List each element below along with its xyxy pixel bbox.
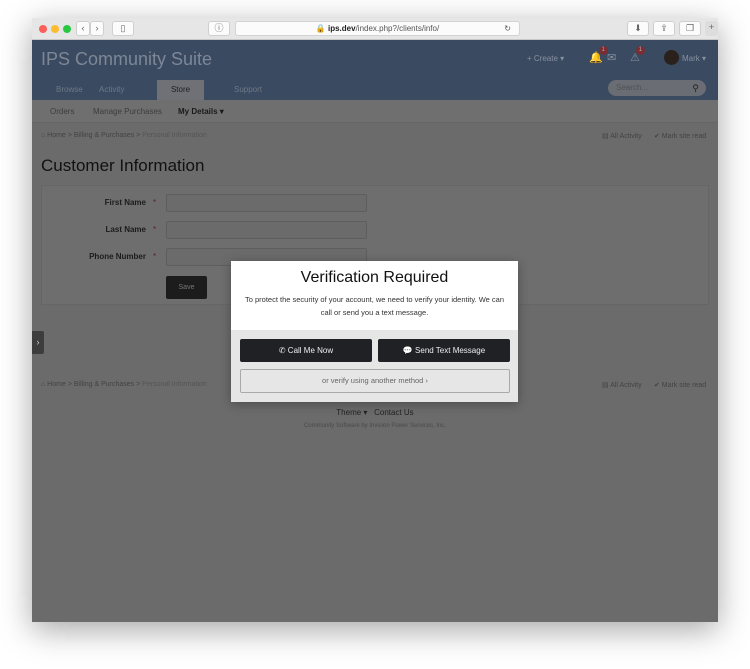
subnav-orders[interactable]: Orders [50, 107, 74, 116]
store-subnav: Orders Manage Purchases My Details ▾ [32, 100, 718, 123]
footer-links: Theme ▾ Contact Us [32, 408, 718, 417]
mark-read-link-bottom[interactable]: ✔ Mark site read [654, 381, 706, 389]
last-name-input[interactable] [166, 221, 367, 239]
required-mark: * [153, 198, 157, 207]
breadcrumb-current: Personal Information [142, 381, 207, 388]
browser-toolbar: ‹ › ▯ ⓘ 🔒 ips.dev/index.php?/clients/inf… [32, 18, 718, 40]
copyright: Community Software by Invision Power Ser… [303, 423, 447, 429]
user-menu[interactable]: Mark ▾ [682, 54, 706, 63]
create-menu[interactable]: + Create ▾ [527, 54, 564, 63]
zoom-window-button[interactable] [63, 25, 71, 33]
site-title[interactable]: IPS Community Suite [41, 49, 212, 70]
required-mark: * [153, 252, 157, 261]
subnav-my-details[interactable]: My Details ▾ [178, 107, 224, 116]
breadcrumb-sep: > [67, 132, 72, 139]
contact-us-link[interactable]: Contact Us [374, 408, 414, 417]
site-header: IPS Community Suite + Create ▾ 🔔 1 ✉ ⚠ 1 M… [32, 40, 718, 100]
tab-store[interactable]: Store [157, 80, 204, 100]
subnav-manage-purchases[interactable]: Manage Purchases [93, 107, 162, 116]
sidebar-toggle[interactable]: › [32, 331, 44, 354]
reload-icon[interactable]: ↻ [504, 22, 511, 35]
address-bar[interactable]: 🔒 ips.dev/index.php?/clients/info/↻ [235, 21, 520, 36]
sidebar-icon[interactable]: ▯ [112, 21, 134, 36]
breadcrumb-billing[interactable]: Billing & Purchases [74, 381, 134, 388]
sms-label: Send Text Message [415, 346, 486, 355]
other-method-button[interactable]: or verify using another method › [240, 369, 510, 393]
chat-icon: 💬 [402, 346, 416, 355]
breadcrumb-current: Personal Information [142, 132, 207, 139]
phone-number-label: Phone Number [89, 252, 146, 261]
last-name-label: Last Name [105, 225, 146, 234]
call-me-now-button[interactable]: ✆ Call Me Now [240, 339, 372, 362]
breadcrumb-bottom: ⌂ Home > Billing & Purchases > Personal … [41, 381, 207, 388]
all-activity-label: All Activity [610, 382, 642, 389]
breadcrumb-billing[interactable]: Billing & Purchases [74, 132, 134, 139]
modal-title: Verification Required [300, 269, 449, 286]
url-path: /index.php?/clients/info/ [355, 24, 440, 33]
modal-text: To protect the security of your account,… [244, 295, 505, 317]
avatar[interactable] [664, 50, 679, 65]
tabs-icon[interactable]: ❐ [679, 21, 701, 36]
forward-icon[interactable]: › [90, 21, 104, 36]
all-activity-label: All Activity [610, 133, 642, 140]
close-window-button[interactable] [39, 25, 47, 33]
mark-read-link[interactable]: ✔ Mark site read [654, 132, 706, 140]
required-mark: * [153, 225, 157, 234]
verification-modal: Verification Required To protect the sec… [231, 261, 518, 402]
activity-icon: ▤ [602, 382, 611, 389]
breadcrumb-home[interactable]: ⌂ Home [41, 132, 66, 139]
breadcrumb: ⌂ Home > Billing & Purchases > Personal … [41, 132, 207, 139]
breadcrumb-sep: > [136, 132, 141, 139]
search-placeholder: Search... [616, 83, 649, 92]
breadcrumb-sep: > [67, 381, 72, 388]
new-tab-icon[interactable]: + [705, 21, 718, 36]
alert-badge: 1 [635, 46, 645, 55]
privacy-icon[interactable]: ⓘ [208, 21, 230, 36]
search-input[interactable]: Search... ⚲ [608, 80, 706, 96]
send-text-button[interactable]: 💬 Send Text Message [378, 339, 510, 362]
notifications-icon[interactable]: 🔔 1 [589, 46, 608, 64]
back-icon[interactable]: ‹ [76, 21, 90, 36]
share-icon[interactable]: ⇪ [653, 21, 675, 36]
minimize-window-button[interactable] [51, 25, 59, 33]
page-title: Customer Information [41, 156, 205, 175]
activity-icon: ▤ [602, 133, 611, 140]
breadcrumb-sep: > [136, 381, 141, 388]
url-domain: ips.dev [328, 24, 356, 33]
first-name-input[interactable] [166, 194, 367, 212]
call-label: Call Me Now [287, 346, 334, 355]
phone-icon: ✆ [278, 346, 288, 355]
all-activity-link[interactable]: ▤ All Activity [602, 132, 642, 140]
messages-icon[interactable]: ✉ [607, 51, 616, 64]
tab-support[interactable]: Support [222, 80, 274, 100]
theme-menu[interactable]: Theme ▾ [336, 408, 367, 417]
alerts-icon[interactable]: ⚠ 1 [630, 46, 645, 64]
first-name-label: First Name [104, 198, 146, 207]
breadcrumb-home[interactable]: ⌂ Home [41, 381, 66, 388]
downloads-icon[interactable]: ⬇ [627, 21, 649, 36]
search-icon[interactable]: ⚲ [692, 80, 699, 96]
tab-activity[interactable]: Activity [87, 80, 136, 100]
all-activity-link-bottom[interactable]: ▤ All Activity [602, 381, 642, 389]
save-button[interactable]: Save [166, 276, 207, 299]
